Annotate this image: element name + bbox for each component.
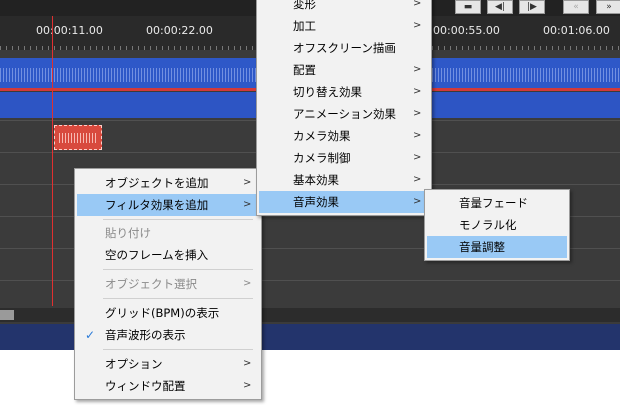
menu-separator [103, 219, 253, 220]
clip-waveform [59, 133, 97, 143]
menu-item-label: オブジェクト選択 [105, 277, 197, 291]
menu-item-label: モノラル化 [459, 218, 517, 232]
menu-item-volume-fade[interactable]: 音量フェード [427, 192, 567, 214]
menu-item-transition[interactable]: 切り替え効果 > [259, 81, 429, 103]
menu-item-camera-control[interactable]: カメラ制御 > [259, 147, 429, 169]
submenu-arrow-icon: > [413, 196, 422, 207]
ruler-label: 00:00:22.00 [146, 24, 213, 37]
menu-item-add-object[interactable]: オブジェクトを追加 > [77, 172, 259, 194]
menu-item-label: フィルタ効果を追加 [105, 198, 209, 212]
menu-item-label: 貼り付け [105, 226, 151, 240]
step-back-button[interactable]: ◀| [487, 0, 513, 14]
menu-item-label: 配置 [293, 63, 316, 77]
menu-item-options[interactable]: オプション > [77, 353, 259, 375]
menu-item-label: 空のフレームを挿入 [105, 248, 209, 262]
submenu-arrow-icon: > [413, 152, 422, 163]
menu-separator [103, 269, 253, 270]
menu-separator [103, 349, 253, 350]
menu-item-transform[interactable]: 変形 > [259, 0, 429, 15]
menu-item-label: 音量調整 [459, 240, 505, 254]
menu-item-audio-effect[interactable]: 音声効果 > [259, 191, 429, 213]
ruler-label: 00:01:06.00 [543, 24, 610, 37]
menu-item-select-object[interactable]: オブジェクト選択 > [77, 273, 259, 295]
menu-item-arrangement[interactable]: 配置 > [259, 59, 429, 81]
menu-item-label: カメラ効果 [293, 129, 351, 143]
ruler-label: 00:00:11.00 [36, 24, 103, 37]
filter-effect-submenu: 変形 > 加工 > オフスクリーン描画 配置 > 切り替え効果 > アニメーショ… [256, 0, 432, 216]
menu-separator [103, 298, 253, 299]
menu-item-show-waveform[interactable]: ✓ 音声波形の表示 [77, 324, 259, 346]
rewind-button[interactable]: « [563, 0, 589, 14]
fast-forward-button[interactable]: » [596, 0, 620, 14]
menu-item-label: オプション [105, 357, 163, 371]
playhead[interactable] [52, 16, 53, 306]
menu-item-label: 加工 [293, 19, 316, 33]
menu-item-label: オフスクリーン描画 [293, 41, 396, 55]
submenu-arrow-icon: > [413, 174, 422, 185]
scrollbar-thumb[interactable] [0, 310, 14, 320]
stop-button[interactable]: ▬ [455, 0, 481, 14]
submenu-arrow-icon: > [413, 86, 422, 97]
ruler-label: 00:00:55.00 [433, 24, 500, 37]
checkmark-icon: ✓ [85, 328, 96, 342]
menu-item-label: 切り替え効果 [293, 85, 362, 99]
audio-effect-submenu: 音量フェード モノラル化 音量調整 [424, 189, 570, 261]
menu-item-label: 変形 [293, 0, 316, 11]
menu-item-process[interactable]: 加工 > [259, 15, 429, 37]
selected-audio-clip[interactable] [54, 125, 102, 150]
menu-item-label: アニメーション効果 [293, 107, 397, 121]
menu-item-window-layout[interactable]: ウィンドウ配置 > [77, 375, 259, 397]
submenu-arrow-icon: > [243, 358, 252, 369]
menu-item-label: グリッド(BPM)の表示 [105, 306, 220, 320]
menu-item-label: 基本効果 [293, 173, 339, 187]
submenu-arrow-icon: > [413, 130, 422, 141]
menu-item-mono[interactable]: モノラル化 [427, 214, 567, 236]
submenu-arrow-icon: > [413, 0, 422, 9]
menu-item-label: 音声波形の表示 [105, 328, 186, 342]
menu-item-label: ウィンドウ配置 [105, 379, 186, 393]
submenu-arrow-icon: > [413, 108, 422, 119]
menu-item-paste[interactable]: 貼り付け [77, 222, 259, 244]
menu-item-label: オブジェクトを追加 [105, 176, 209, 190]
submenu-arrow-icon: > [243, 278, 252, 289]
context-menu: オブジェクトを追加 > フィルタ効果を追加 > 貼り付け 空のフレームを挿入 オ… [74, 168, 262, 400]
submenu-arrow-icon: > [243, 177, 252, 188]
submenu-arrow-icon: > [413, 20, 422, 31]
menu-item-insert-empty-frame[interactable]: 空のフレームを挿入 [77, 244, 259, 266]
menu-item-animation-effect[interactable]: アニメーション効果 > [259, 103, 429, 125]
menu-item-label: 音量フェード [459, 196, 528, 210]
step-forward-button[interactable]: |▶ [519, 0, 545, 14]
menu-item-camera-effect[interactable]: カメラ効果 > [259, 125, 429, 147]
menu-item-label: 音声効果 [293, 195, 339, 209]
menu-item-show-grid[interactable]: グリッド(BPM)の表示 [77, 302, 259, 324]
menu-item-volume-adjust[interactable]: 音量調整 [427, 236, 567, 258]
submenu-arrow-icon: > [243, 199, 252, 210]
submenu-arrow-icon: > [413, 64, 422, 75]
menu-item-offscreen-draw[interactable]: オフスクリーン描画 [259, 37, 429, 59]
submenu-arrow-icon: > [243, 380, 252, 391]
menu-item-add-filter[interactable]: フィルタ効果を追加 > [77, 194, 259, 216]
menu-item-basic-effect[interactable]: 基本効果 > [259, 169, 429, 191]
menu-item-label: カメラ制御 [293, 151, 351, 165]
